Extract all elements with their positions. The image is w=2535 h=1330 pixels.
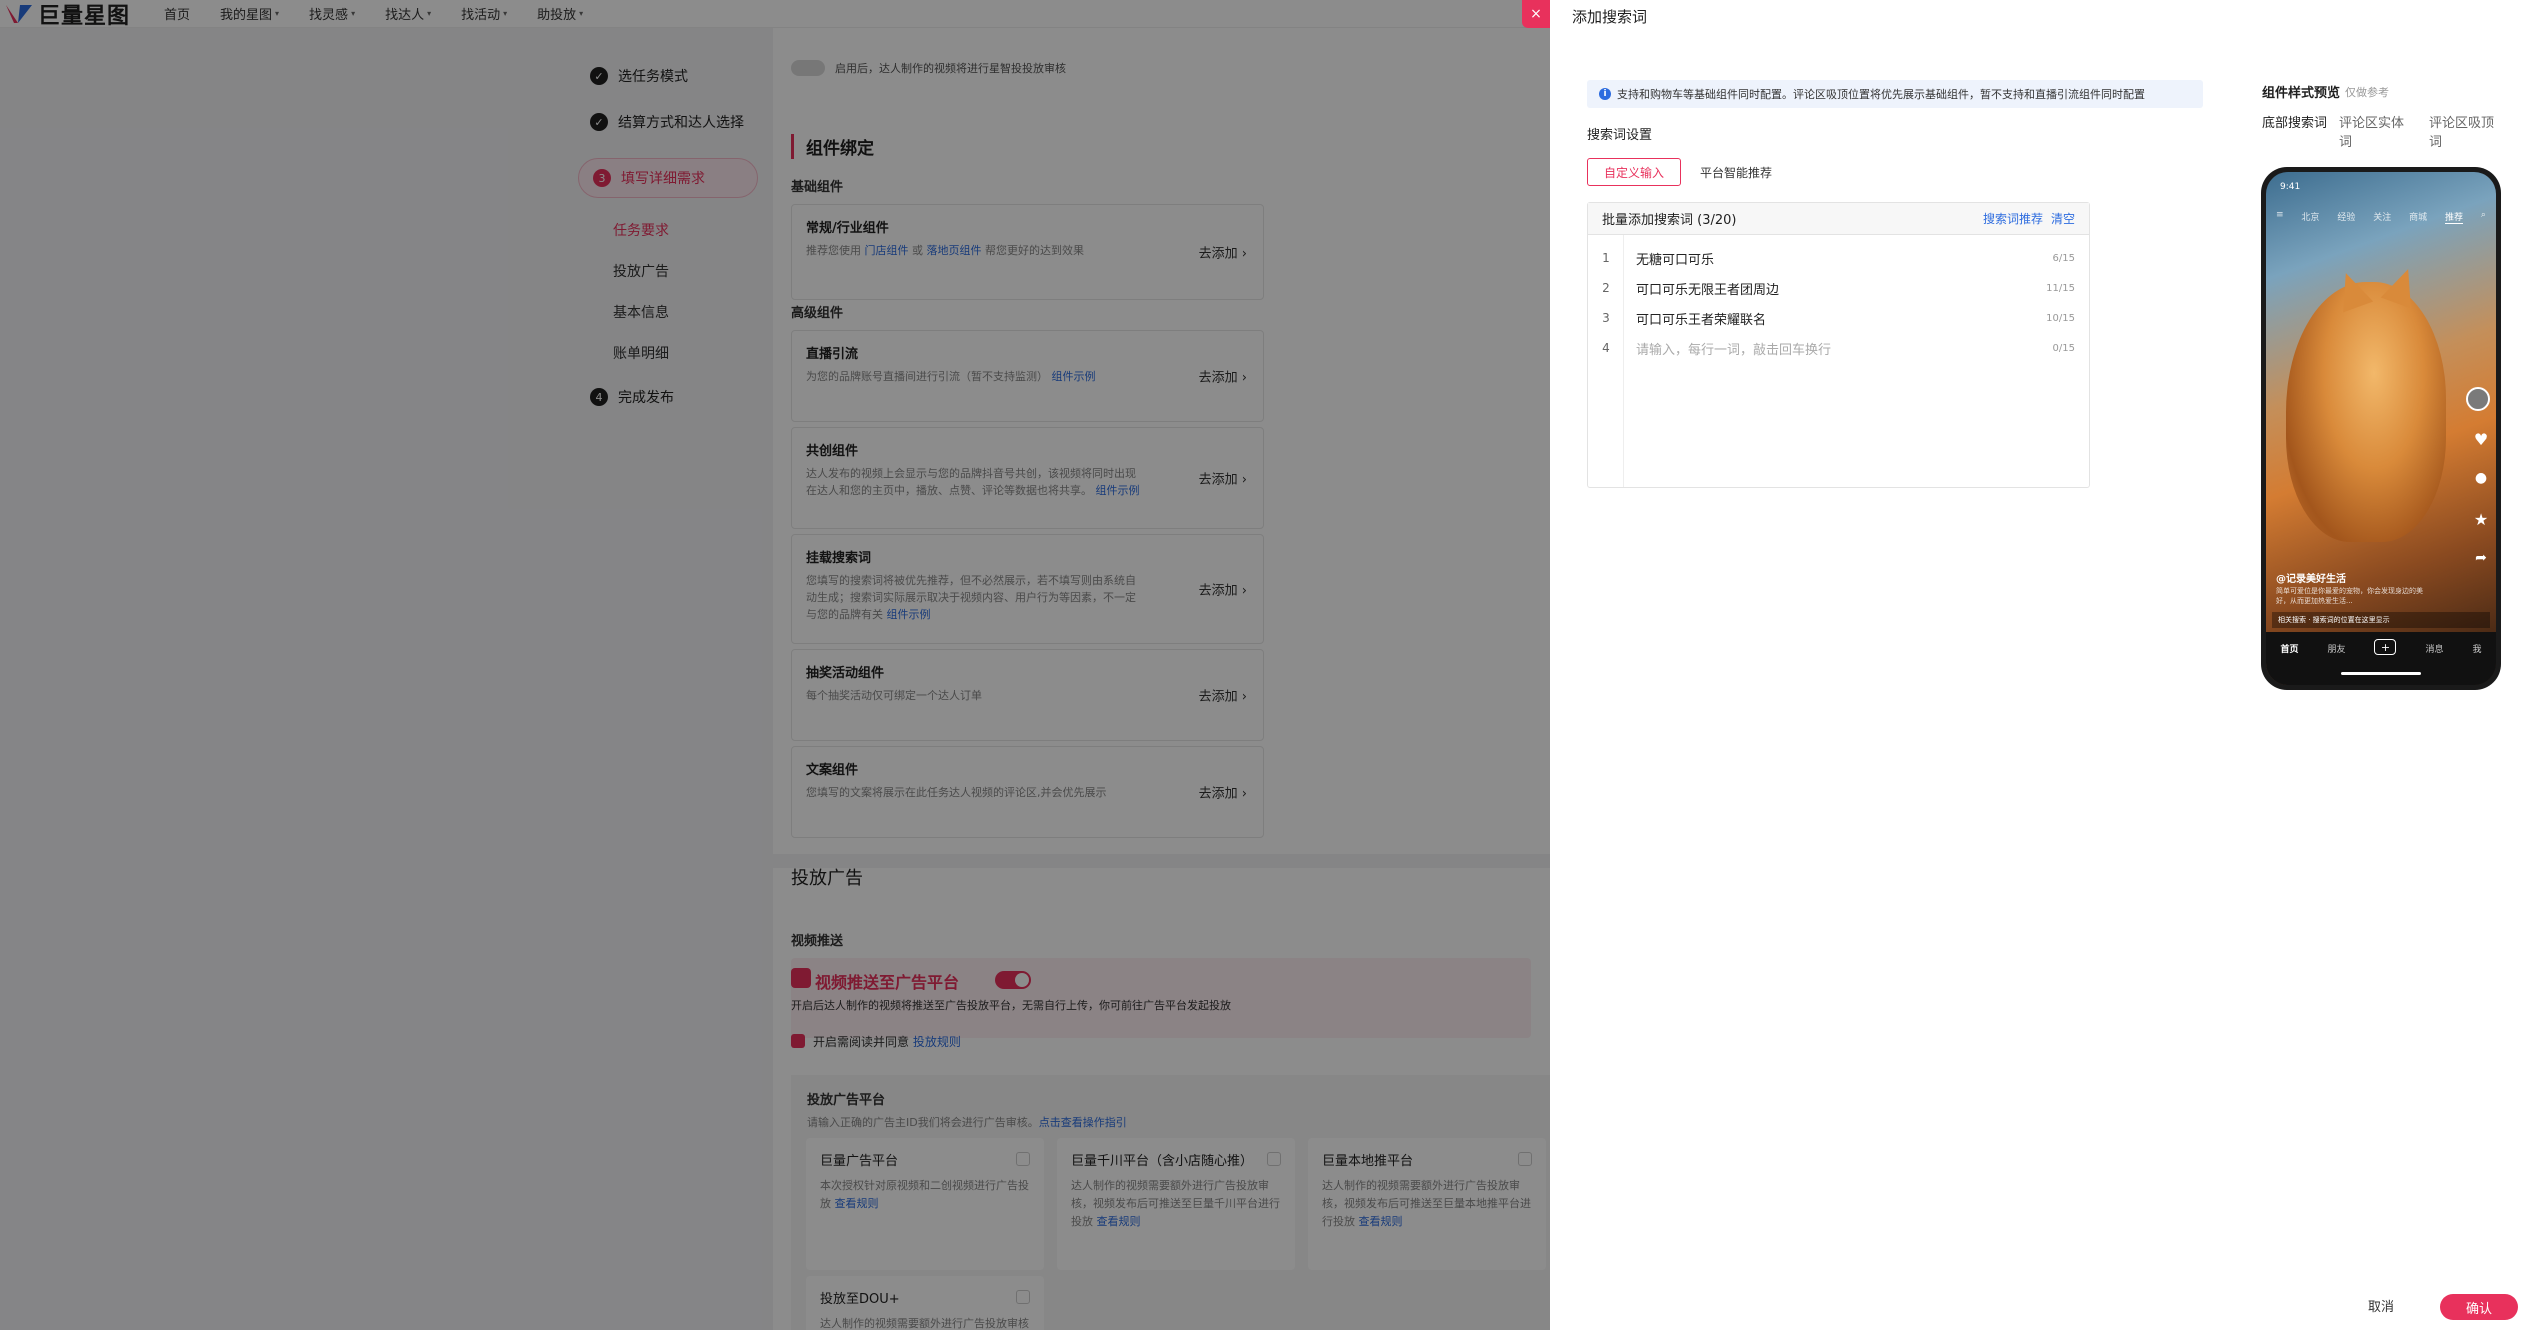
search-icon: ⌕ xyxy=(2480,210,2486,220)
keyword-row[interactable]: 1 无糖可口可乐 6/15 xyxy=(1588,243,2089,273)
phone-top-tabs: ≡ 北京 经验 关注 商城 推荐 ⌕ xyxy=(2276,210,2486,224)
recommend-link[interactable]: 搜索词推荐 xyxy=(1983,212,2043,226)
info-banner: i 支持和购物车等基础组件同时配置。评论区吸顶位置将优先展示基础组件，暂不支持和… xyxy=(1587,80,2203,108)
tab-smart-recommend[interactable]: 平台智能推荐 xyxy=(1686,158,1786,186)
avatar xyxy=(2466,387,2490,411)
home-indicator xyxy=(2341,672,2421,675)
plus-icon: + xyxy=(2374,639,2397,655)
cat-image xyxy=(2286,282,2446,542)
phone-screen: 9:41 ≡ 北京 经验 关注 商城 推荐 ⌕ ♥ ● ★ ➦ @记录美好生活 … xyxy=(2266,172,2496,685)
preview-tab-comment-top[interactable]: 评论区吸顶词 xyxy=(2429,114,2499,152)
preview-title: 组件样式预览 xyxy=(2262,86,2341,101)
phone-caption: @记录美好生活 xyxy=(2276,574,2346,585)
status-time: 9:41 xyxy=(2280,182,2301,192)
keyword-input-row[interactable]: 4 请输入，每行一词，敲击回车换行 0/15 xyxy=(1588,333,2089,363)
preview-tab-comment-entity[interactable]: 评论区实体词 xyxy=(2339,114,2409,152)
clear-link[interactable]: 清空 xyxy=(2051,212,2075,226)
heart-icon: ♥ xyxy=(2473,430,2489,449)
tab-custom-input[interactable]: 自定义输入 xyxy=(1587,158,1681,186)
modal-overlay[interactable] xyxy=(0,0,1550,1330)
comment-icon: ● xyxy=(2474,470,2488,486)
phone-desc: 简单可爱位是你最爱的宠物，你会发现身边的美好，从而更加热爱生活... xyxy=(2276,587,2423,605)
preview-tab-bottom-search[interactable]: 底部搜索词 xyxy=(2262,114,2332,133)
share-icon: ➦ xyxy=(2475,550,2487,566)
info-icon: i xyxy=(1599,88,1611,100)
star-icon: ★ xyxy=(2473,510,2489,529)
preview-note: 仅做参考 xyxy=(2345,86,2389,99)
keyword-row[interactable]: 3 可口可乐王者荣耀联名 10/15 xyxy=(1588,303,2089,333)
menu-icon: ≡ xyxy=(2276,210,2284,220)
phone-search-bar: 相关搜索 · 搜索词的位置在这里显示 xyxy=(2272,612,2490,628)
keyword-editor[interactable]: 批量添加搜索词 (3/20) 搜索词推荐 清空 1 无糖可口可乐 6/15 2 可… xyxy=(1587,202,2090,488)
keyword-row[interactable]: 2 可口可乐无限王者团周边 11/15 xyxy=(1588,273,2089,303)
drawer-title: 添加搜索词 xyxy=(1572,8,1648,26)
settings-label: 搜索词设置 xyxy=(1587,128,1653,143)
close-icon[interactable]: × xyxy=(1522,0,1550,28)
phone-bottom-tabs: 首页 朋友 + 消息 我 xyxy=(2266,632,2496,685)
cancel-button[interactable]: 取消 xyxy=(2368,1296,2394,1315)
phone-preview: 9:41 ≡ 北京 经验 关注 商城 推荐 ⌕ ♥ ● ★ ➦ @记录美好生活 … xyxy=(2261,167,2501,690)
keyword-editor-header: 批量添加搜索词 (3/20) 搜索词推荐 清空 xyxy=(1588,203,2089,235)
add-search-words-drawer: 添加搜索词 i 支持和购物车等基础组件同时配置。评论区吸顶位置将优先展示基础组件… xyxy=(1550,0,2535,1330)
confirm-button[interactable]: 确认 xyxy=(2440,1294,2518,1320)
